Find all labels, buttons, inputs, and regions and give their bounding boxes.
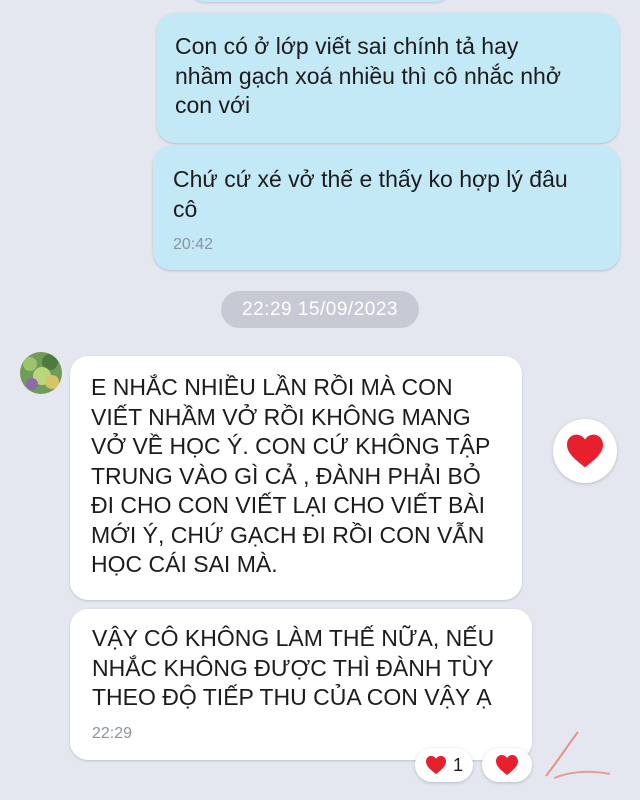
message-text: VẬY CÔ KHÔNG LÀM THẾ NỮA, NẾU NHẮC KHÔNG… [92,625,495,710]
message-bubble-outgoing-1[interactable]: Con có ở lớp viết sai chính tả hay nhầm … [157,13,619,143]
message-timestamp: 20:42 [173,236,214,253]
quick-react-button[interactable] [553,419,617,483]
heart-icon [496,755,518,775]
reaction-count: 1 [452,754,463,775]
message-bubble-incoming-1[interactable]: E NHẮC NHIỀU LẦN RỒI MÀ CON VIẾT NHẦM VỞ… [70,356,522,600]
my-reaction-button[interactable] [482,748,532,782]
avatar[interactable] [20,352,62,394]
date-separator: 22:29 15/09/2023 [221,291,419,328]
message-bubble-incoming-2[interactable]: VẬY CÔ KHÔNG LÀM THẾ NỮA, NẾU NHẮC KHÔNG… [70,609,532,760]
heart-icon [425,755,446,775]
message-text: Chứ cứ xé vở thế e thấy ko hợp lý đâu cô [173,166,568,222]
message-timestamp: 22:29 [92,724,133,742]
message-bubble-outgoing-2[interactable]: Chứ cứ xé vở thế e thấy ko hợp lý đâu cô… [153,146,620,270]
heart-icon [567,434,603,468]
watermark-logo [540,728,630,792]
previous-message-edge [190,0,450,2]
message-text: E NHẮC NHIỀU LẦN RỒI MÀ CON VIẾT NHẦM VỞ… [91,374,491,577]
reaction-summary[interactable]: 1 [415,748,473,782]
message-text: Con có ở lớp viết sai chính tả hay nhầm … [175,33,561,118]
